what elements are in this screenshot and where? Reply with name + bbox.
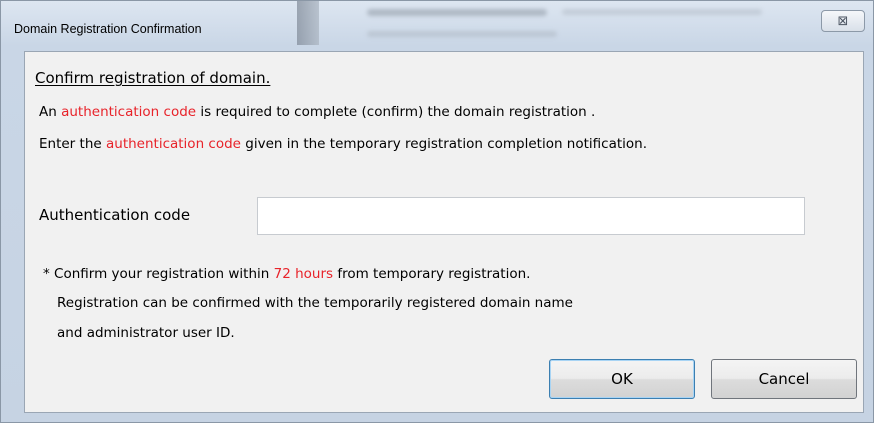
window-title: Domain Registration Confirmation <box>14 22 202 36</box>
highlight-text: authentication code <box>105 136 241 152</box>
note-line-2: Registration can be confirmed with the t… <box>57 295 573 311</box>
dialog-window: Domain Registration Confirmation ⊠ Confi… <box>0 0 874 423</box>
background-blur-text <box>367 9 547 16</box>
instruction-text: given in the temporary registration comp… <box>240 136 648 152</box>
background-blur-text <box>367 31 557 37</box>
instruction-text: Enter the <box>39 136 106 152</box>
instruction-text: An <box>39 104 62 120</box>
instruction-text: is required to complete (confirm) the do… <box>196 104 596 120</box>
ok-button[interactable]: OK <box>549 359 695 399</box>
instruction-line-1: An authentication code is required to co… <box>39 104 595 120</box>
background-window-blur <box>297 1 874 45</box>
note-text: * Confirm your registration within <box>43 266 274 282</box>
dialog-heading: Confirm registration of domain. <box>35 69 271 87</box>
dialog-content-panel: Confirm registration of domain. An authe… <box>24 51 864 413</box>
highlight-text: authentication code <box>61 104 197 120</box>
background-window-edge <box>297 1 319 45</box>
close-icon: ⊠ <box>837 13 849 29</box>
cancel-button[interactable]: Cancel <box>711 359 857 399</box>
authentication-code-input[interactable] <box>257 197 805 235</box>
highlight-text: 72 hours <box>273 266 334 282</box>
note-line-1: * Confirm your registration within 72 ho… <box>43 266 530 282</box>
instruction-line-2: Enter the authentication code given in t… <box>39 136 647 152</box>
authentication-code-label: Authentication code <box>39 206 191 224</box>
note-text: from temporary registration. <box>333 266 531 282</box>
background-blur-text <box>562 9 762 15</box>
close-button[interactable]: ⊠ <box>821 10 865 32</box>
note-line-3: and administrator user ID. <box>57 325 235 341</box>
